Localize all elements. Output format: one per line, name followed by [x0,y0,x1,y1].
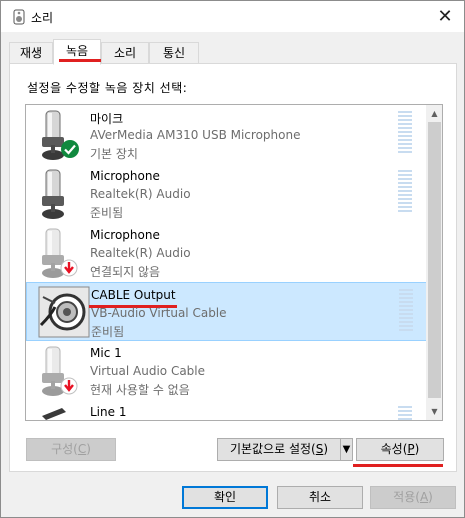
list-item-selected[interactable]: CABLE Output VB-Audio Virtual Cable 준비됨 [26,282,427,341]
scroll-thumb[interactable] [428,122,441,398]
properties-annotation-underline [353,464,443,467]
set-default-dropdown-icon[interactable]: ▼ [340,438,353,461]
device-name: Mic 1 [90,346,122,360]
configure-label: 구성 [51,442,74,456]
device-list-scrollbar[interactable]: ▲ ▼ [426,105,442,420]
list-item[interactable]: Microphone Realtek(R) Audio 준비됨 [26,164,427,223]
list-item[interactable]: Mic 1 Virtual Audio Cable 현재 사용할 수 없음 [26,341,427,400]
scroll-down-icon[interactable]: ▼ [426,403,442,420]
device-status: 현재 사용할 수 없음 [90,383,190,397]
list-item[interactable]: Line 1 [26,400,427,420]
properties-label: 속성 [380,442,403,456]
title-bar: 소리 ✕ [1,1,464,32]
device-description: Virtual Audio Cable [90,364,206,378]
window-title: 소리 [31,11,54,25]
properties-mnemonic: P [407,442,415,456]
apply-label: 적용 [393,490,416,504]
tab-sounds[interactable]: 소리 [101,42,149,64]
device-status: 연결되지 않음 [90,265,161,279]
ok-button[interactable]: 확인 [182,486,268,509]
level-meter [398,170,412,214]
sound-dialog: 소리 ✕ 재생 녹음 소리 통신 설정을 수정할 녹음 장치 선택: 마이크 A… [0,0,465,518]
device-status: 기본 장치 [90,147,138,161]
device-name: CABLE Output [91,288,176,302]
device-name: 마이크 [90,112,124,126]
disconnected-badge [60,259,78,277]
cable-icon [38,286,90,338]
close-icon[interactable]: ✕ [428,3,462,31]
device-name: Microphone [90,228,160,242]
device-description: VB-Audio Virtual Cable [91,306,227,320]
configure-mnemonic: C [77,442,87,456]
device-name: Line 1 [90,405,127,419]
level-meter [398,111,412,155]
tab-playback[interactable]: 재생 [9,42,53,64]
device-status: 준비됨 [90,206,124,220]
set-default-button[interactable]: 기본값으로 설정(S) [217,438,341,461]
scroll-up-icon[interactable]: ▲ [426,105,442,122]
configure-button[interactable]: 구성(C) [26,438,116,461]
tab-communications[interactable]: 통신 [149,42,199,64]
cancel-button[interactable]: 취소 [277,486,363,509]
level-meter [398,406,412,420]
apply-button[interactable]: 적용(A) [370,486,456,509]
disconnected-badge [60,377,78,395]
microphone-icon [42,169,64,219]
properties-button[interactable]: 속성(P) [356,438,444,461]
default-check-badge [61,140,79,158]
apply-mnemonic: A [419,490,429,504]
set-default-label: 기본값으로 설정 [229,442,312,456]
device-status: 준비됨 [91,325,125,339]
list-item[interactable]: 마이크 AVerMedia AM310 USB Microphone 기본 장치 [26,105,427,164]
device-description: AVerMedia AM310 USB Microphone [90,128,301,142]
tab-annotation-underline [59,59,101,62]
level-meter [399,289,413,333]
device-description: Realtek(R) Audio [90,187,191,201]
device-list[interactable]: 마이크 AVerMedia AM310 USB Microphone 기본 장치… [25,104,443,421]
list-item[interactable]: Microphone Realtek(R) Audio 연결되지 않음 [26,223,427,282]
device-description: Realtek(R) Audio [90,246,191,260]
set-default-mnemonic: S [315,442,324,456]
instruction-label: 설정을 수정할 녹음 장치 선택: [27,81,188,95]
recording-panel: 설정을 수정할 녹음 장치 선택: 마이크 AVerMedia AM310 US… [9,63,457,472]
microphone-icon [42,408,66,420]
device-name: Microphone [90,169,160,183]
speaker-app-icon [13,9,25,25]
